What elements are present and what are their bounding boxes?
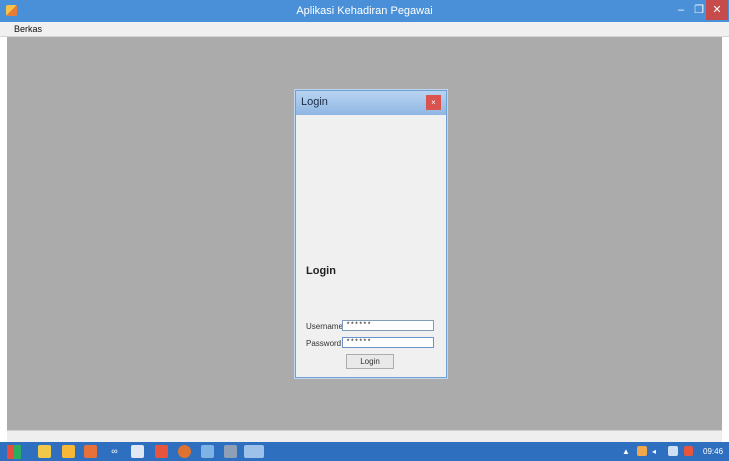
username-input[interactable]: ****** <box>342 320 434 331</box>
notepad-icon[interactable] <box>201 445 214 458</box>
explorer-icon[interactable] <box>38 445 51 458</box>
clock[interactable]: 09:46 <box>703 446 723 458</box>
login-heading: Login <box>306 265 336 277</box>
close-button[interactable]: ✕ <box>706 0 728 20</box>
window-titlebar: Aplikasi Kehadiran Pegawai – ❐ ✕ <box>0 0 729 23</box>
action-center-icon[interactable] <box>684 446 693 456</box>
volume-icon[interactable]: ◂ <box>652 446 656 458</box>
shield-icon[interactable] <box>131 445 144 458</box>
menu-bar: Berkas <box>0 22 729 37</box>
infinity-icon[interactable]: ∞ <box>108 445 121 458</box>
active-app-icon[interactable] <box>244 445 264 458</box>
menu-berkas[interactable]: Berkas <box>14 23 42 35</box>
username-label: Username <box>306 322 343 331</box>
terminal-icon[interactable] <box>224 445 237 458</box>
paint-icon[interactable] <box>62 445 75 458</box>
login-dialog-title: Login <box>301 96 328 108</box>
app-icon-orange[interactable] <box>84 445 97 458</box>
window-border-right <box>722 37 729 442</box>
login-dialog: Login × Login Username ****** Password *… <box>295 90 447 378</box>
firefox-icon[interactable] <box>178 445 191 458</box>
start-icon[interactable] <box>7 445 21 459</box>
network-icon[interactable] <box>668 446 678 456</box>
minimize-button[interactable]: – <box>672 0 690 20</box>
login-button[interactable]: Login <box>346 354 394 369</box>
password-input[interactable]: ****** <box>342 337 434 348</box>
password-label: Password <box>306 339 342 348</box>
window-border-left <box>0 37 7 442</box>
window-title: Aplikasi Kehadiran Pegawai <box>296 5 433 17</box>
tray-app-icon[interactable] <box>637 446 647 456</box>
tray-overflow-icon[interactable]: ▲ <box>622 446 630 458</box>
login-dialog-titlebar[interactable]: Login × <box>296 91 446 115</box>
flash-icon[interactable] <box>155 445 168 458</box>
login-dialog-close-button[interactable]: × <box>426 95 441 110</box>
